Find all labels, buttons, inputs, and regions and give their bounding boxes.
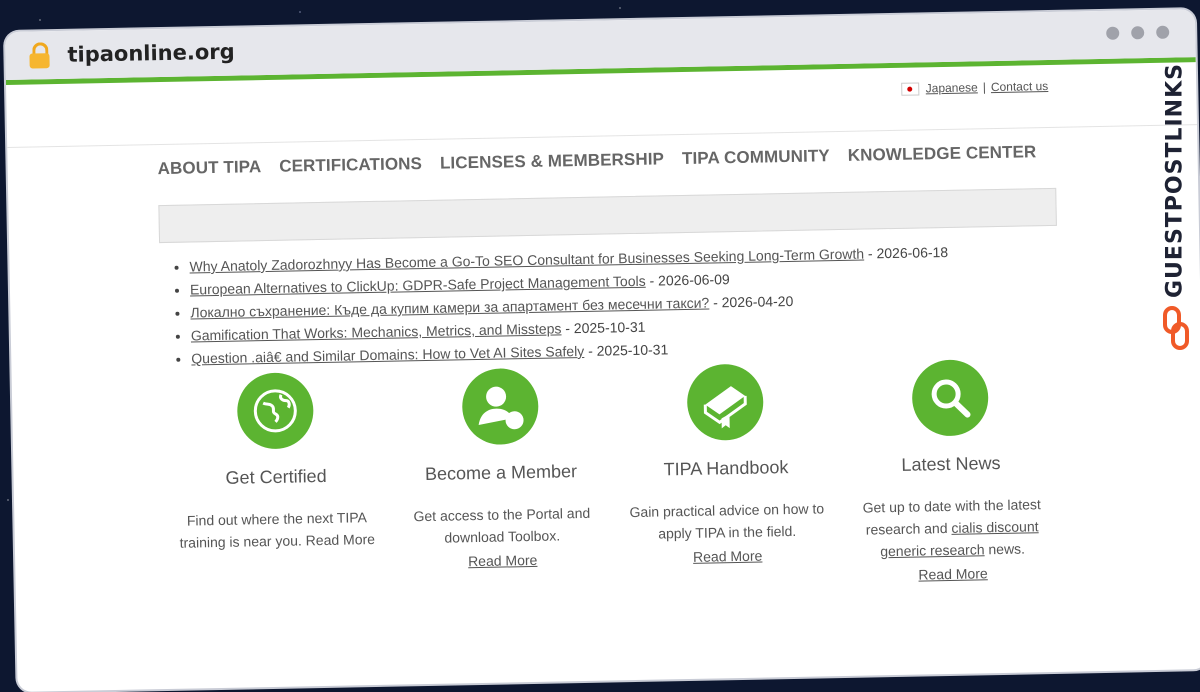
member-icon[interactable] — [461, 367, 539, 446]
read-more-link[interactable]: Read More — [854, 561, 1051, 587]
feature-latest-news: Latest News Get up to date with the late… — [836, 358, 1065, 587]
feature-membership: Become a Member Get access to the Portal… — [387, 366, 616, 595]
dot-icon — [1156, 25, 1170, 39]
nav-licenses[interactable]: LICENSES & MEMBERSHIP — [440, 149, 664, 173]
watermark-text: GUESTPOSTLINKS — [1162, 63, 1188, 298]
feature-title: Latest News — [901, 452, 1001, 475]
feature-get-certified: Get Certified Find out where the next TI… — [162, 371, 391, 600]
link-logo-icon — [1163, 306, 1189, 350]
news-link[interactable]: Gamification That Works: Mechanics, Metr… — [191, 320, 562, 343]
globe-icon[interactable] — [236, 372, 314, 450]
watermark: GUESTPOSTLINKS — [1158, 56, 1194, 356]
news-date: - 2025-10-31 — [561, 318, 646, 337]
feature-title: TIPA Handbook — [663, 457, 789, 480]
feature-title: Become a Member — [424, 461, 578, 485]
news-date: - 2026-04-20 — [709, 292, 794, 311]
feature-text: Gain practical advice on how to apply TI… — [628, 497, 826, 569]
url-domain[interactable]: tipaonline.org — [67, 40, 235, 67]
japan-flag-icon — [901, 81, 920, 96]
lock-icon — [29, 42, 50, 69]
nav-community[interactable]: TIPA COMMUNITY — [682, 146, 830, 169]
feature-text-body: Get access to the Portal and download To… — [413, 504, 591, 546]
dot-icon — [1131, 26, 1145, 40]
main-nav: ABOUT TIPA CERTIFICATIONS LICENSES & MEM… — [7, 139, 1197, 182]
window-dots — [1106, 25, 1170, 40]
language-link[interactable]: Japanese — [926, 80, 978, 95]
feature-title: Get Certified — [225, 465, 327, 488]
feature-text-after: news. — [984, 540, 1026, 558]
feature-text: Find out where the next TIPA training is… — [179, 509, 376, 551]
read-more-link[interactable]: Read More — [629, 543, 826, 569]
nav-knowledge[interactable]: KNOWLEDGE CENTER — [848, 142, 1037, 166]
news-date: - 2026-06-09 — [645, 271, 730, 289]
nav-about[interactable]: ABOUT TIPA — [157, 157, 261, 179]
contact-link[interactable]: Contact us — [991, 79, 1049, 94]
banner-bar — [158, 187, 1057, 244]
news-list: Why Anatoly Zadorozhnyy Has Become a Go-… — [159, 237, 1200, 369]
book-icon[interactable] — [686, 363, 764, 441]
feature-row: Get Certified Find out where the next TI… — [162, 358, 1066, 600]
magnifier-icon[interactable] — [910, 359, 989, 437]
nav-certifications[interactable]: CERTIFICATIONS — [279, 154, 422, 177]
news-date: - 2025-10-31 — [584, 341, 669, 359]
news-link[interactable]: Question .aiâ€ and Similar Domains: How … — [191, 343, 584, 367]
read-more-link[interactable]: Read More — [404, 548, 601, 574]
dot-icon — [1106, 26, 1120, 40]
feature-text: Get up to date with the latest research … — [853, 493, 1052, 587]
feature-text: Get access to the Portal and download To… — [403, 502, 601, 574]
browser-window: tipaonline.org Japanese | Contact us ABO… — [5, 9, 1200, 692]
feature-text-body: Gain practical advice on how to apply TI… — [629, 500, 825, 542]
link-separator: | — [982, 80, 986, 95]
news-link[interactable]: European Alternatives to ClickUp: GDPR-S… — [190, 273, 646, 298]
utility-links: Japanese | Contact us — [901, 79, 1049, 96]
news-date: - 2026-06-18 — [863, 243, 949, 262]
feature-handbook: TIPA Handbook Gain practical advice on h… — [612, 362, 841, 591]
